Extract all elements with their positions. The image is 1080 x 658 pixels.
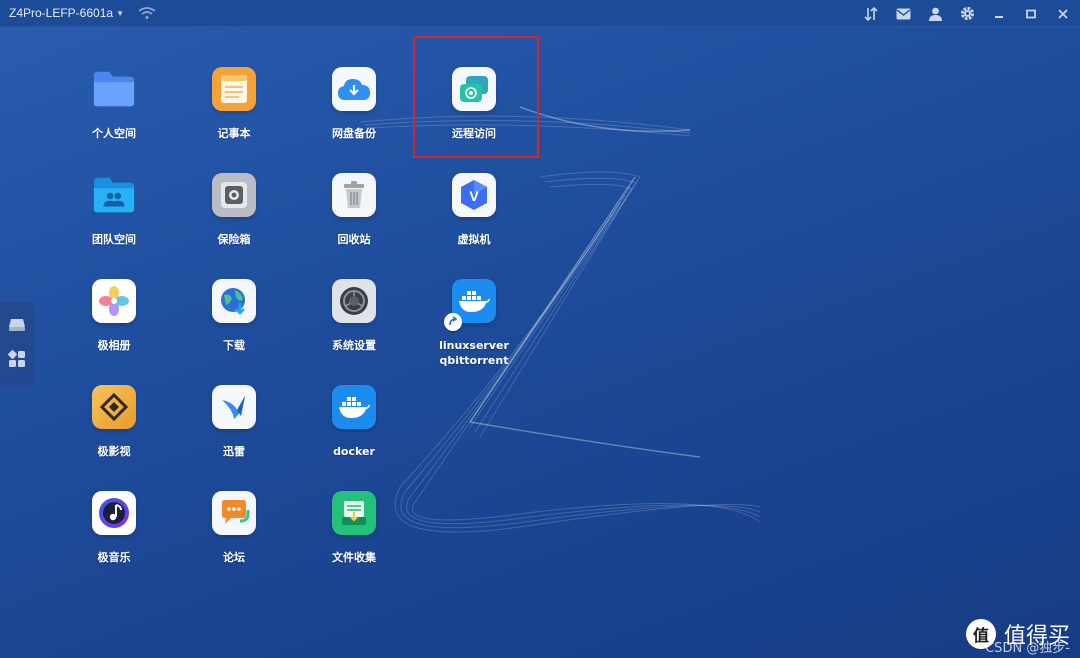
app-label: 下载	[223, 339, 245, 352]
app-label: 极影视	[97, 445, 131, 458]
app-label: 保险箱	[217, 233, 251, 246]
side-dock	[0, 302, 34, 386]
svg-text:V: V	[469, 188, 479, 204]
app-linuxserver-qbittorrent[interactable]: linuxserver qbittorrent	[421, 279, 527, 389]
notepad-icon	[212, 67, 256, 111]
app-label: 网盘备份	[332, 127, 376, 140]
app-personal-space[interactable]: 个人空间	[64, 67, 164, 167]
mail-icon[interactable]	[894, 5, 912, 23]
app-label: 极音乐	[97, 551, 131, 564]
safe-icon	[212, 173, 256, 217]
app-photos[interactable]: 极相册	[64, 279, 164, 379]
docker-icon	[332, 385, 376, 429]
photos-icon	[92, 279, 136, 323]
app-recycle-bin[interactable]: 回收站	[304, 173, 404, 273]
app-thunder[interactable]: 迅雷	[184, 385, 284, 485]
device-name: Z4Pro-LEFP-6601a	[9, 6, 114, 20]
app-forum[interactable]: 论坛	[184, 491, 284, 591]
app-label: 记事本	[217, 127, 251, 140]
app-label: 极相册	[97, 339, 131, 352]
user-icon[interactable]	[926, 5, 944, 23]
app-cloud-backup[interactable]: 网盘备份	[304, 67, 404, 167]
forum-icon	[212, 491, 256, 535]
close-icon[interactable]	[1054, 5, 1072, 23]
device-selector[interactable]: Z4Pro-LEFP-6601a ▼	[9, 6, 124, 20]
app-virtual-machine[interactable]: V 虚拟机	[424, 173, 524, 273]
drive-icon[interactable]	[8, 317, 26, 336]
maximize-icon[interactable]	[1022, 5, 1040, 23]
app-label: 个人空间	[92, 127, 136, 140]
folder-icon	[92, 67, 136, 111]
app-label: 文件收集	[332, 551, 376, 564]
app-label: 团队空间	[92, 233, 136, 246]
docker-app-icon	[444, 279, 496, 331]
app-label: 迅雷	[223, 445, 245, 458]
app-team-space[interactable]: 团队空间	[64, 173, 164, 273]
thunder-icon	[212, 385, 256, 429]
gear-icon[interactable]	[958, 5, 976, 23]
app-music[interactable]: 极音乐	[64, 491, 164, 591]
cloud-download-icon	[332, 67, 376, 111]
app-label: linuxserver qbittorrent	[439, 339, 509, 367]
transfer-icon[interactable]	[862, 5, 880, 23]
title-bar: Z4Pro-LEFP-6601a ▼	[0, 0, 1080, 27]
music-icon	[92, 491, 136, 535]
app-label: 系统设置	[332, 339, 376, 352]
file-collect-icon	[332, 491, 376, 535]
system-settings-icon	[332, 279, 376, 323]
download-globe-icon	[212, 279, 256, 323]
app-safe[interactable]: 保险箱	[184, 173, 284, 273]
shortcut-badge-icon	[444, 313, 462, 331]
wifi-icon	[138, 7, 156, 19]
app-notepad[interactable]: 记事本	[184, 67, 284, 167]
app-file-collect[interactable]: 文件收集	[304, 491, 404, 591]
app-label: 论坛	[223, 551, 245, 564]
trash-icon	[332, 173, 376, 217]
minimize-icon[interactable]	[990, 5, 1008, 23]
team-folder-icon	[92, 173, 136, 217]
watermark-subtext: CSDN @独步-	[985, 641, 1070, 656]
apps-grid-icon[interactable]	[8, 349, 26, 372]
chevron-down-icon: ▼	[116, 8, 124, 18]
desktop-app-grid: 个人空间 记事本 网盘备份 远程访问 团队空间 保险箱 回收站 V 虚拟机 极相…	[0, 27, 1080, 658]
app-label: 回收站	[337, 233, 371, 246]
app-video[interactable]: 极影视	[64, 385, 164, 485]
app-system-settings[interactable]: 系统设置	[304, 279, 404, 379]
video-icon	[92, 385, 136, 429]
highlight-annotation-box	[413, 36, 539, 158]
app-download[interactable]: 下载	[184, 279, 284, 379]
app-docker[interactable]: docker	[304, 385, 404, 485]
vm-icon: V	[452, 173, 496, 217]
app-label: docker	[333, 445, 375, 458]
window-controls	[862, 0, 1072, 27]
app-label: 虚拟机	[457, 233, 491, 246]
